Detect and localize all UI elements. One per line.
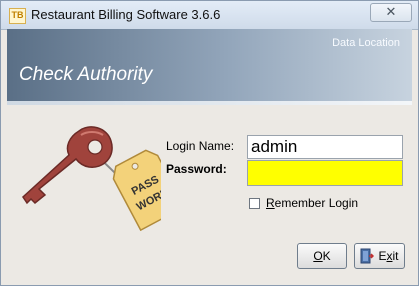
remember-login-label: Remember Login: [266, 196, 359, 210]
door-exit-icon: [360, 248, 375, 264]
header-divider: [7, 101, 412, 105]
page-title: Check Authority: [19, 64, 153, 85]
password-tag: PASS WORD: [112, 149, 161, 232]
app-icon: TB: [9, 8, 26, 24]
remember-login-checkbox[interactable]: Remember Login: [249, 196, 358, 210]
exit-button[interactable]: Exit: [354, 243, 405, 269]
data-location-link[interactable]: Data Location: [332, 37, 400, 49]
login-name-label: Login Name:: [166, 139, 235, 153]
login-name-input[interactable]: [247, 135, 403, 159]
checkbox-box[interactable]: [249, 197, 260, 209]
close-button[interactable]: ✕: [370, 3, 412, 22]
ok-button[interactable]: OK: [297, 243, 347, 269]
key-icon: PASS WORD: [22, 126, 161, 232]
window-title: Restaurant Billing Software 3.6.6: [31, 7, 221, 22]
ok-button-label: OK: [313, 249, 331, 263]
header-banner: Data Location Check Authority: [7, 29, 412, 101]
exit-button-label: Exit: [378, 249, 399, 263]
password-input[interactable]: [247, 160, 403, 186]
password-label: Password:: [166, 162, 227, 176]
login-dialog: TB Restaurant Billing Software 3.6.6 ✕ D…: [0, 0, 419, 286]
title-bar[interactable]: TB Restaurant Billing Software 3.6.6 ✕: [1, 1, 418, 30]
key-shape: [22, 126, 113, 205]
